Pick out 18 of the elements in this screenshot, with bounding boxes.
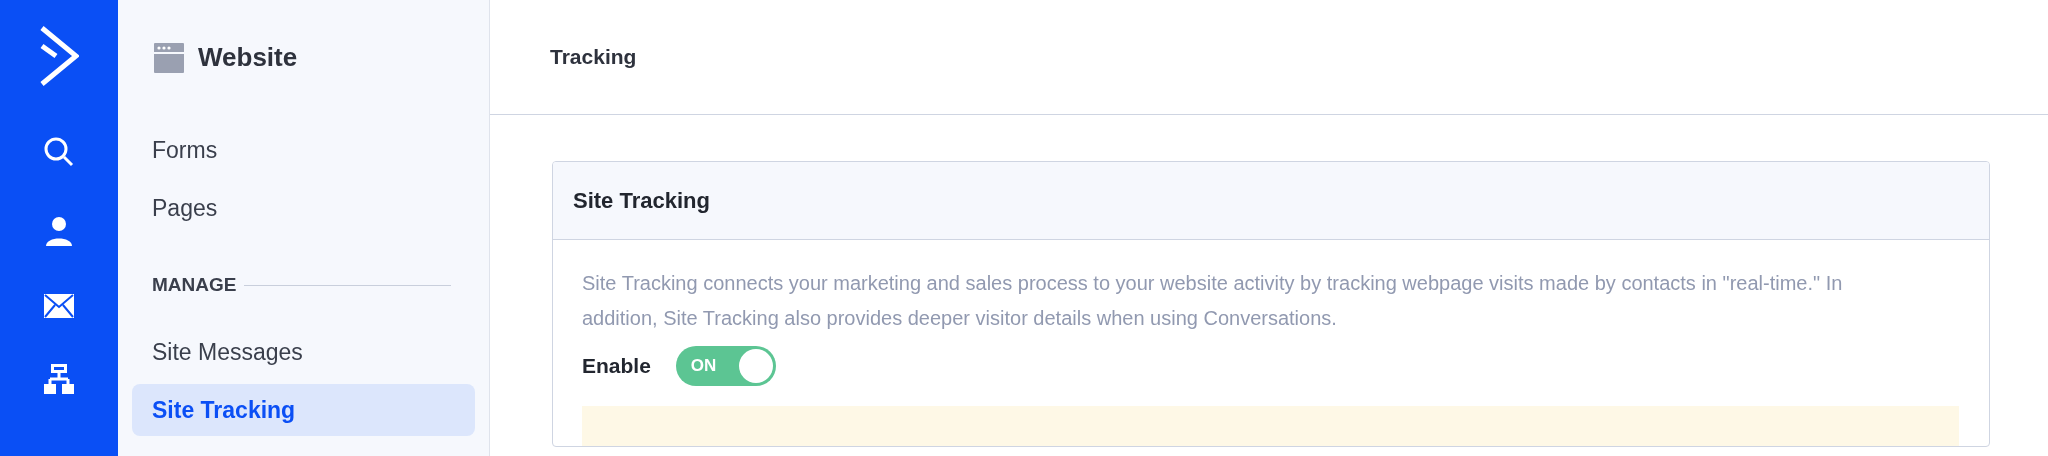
toggle-label: ON	[690, 355, 717, 378]
description: Site Tracking connects your marketing and sales process to your website activity by tracking webpage visits made by contacts in "real-time." In addition, Site Tracking also provides deeper visitor details when using Conversations.	[582, 271, 1844, 331]
section-heading: MANAGE	[152, 272, 237, 297]
sidebar-item[interactable]: Forms	[132, 124, 475, 176]
mail-icon[interactable]	[44, 294, 74, 318]
sidebar-title: Website	[198, 41, 298, 74]
search-icon[interactable]	[43, 136, 75, 168]
enable-label: Enable	[582, 353, 651, 380]
card-title: Site Tracking	[573, 187, 710, 215]
page-title: Tracking	[550, 44, 637, 71]
sidebar-item[interactable]: Pages	[132, 182, 475, 234]
browser-window-icon	[154, 42, 184, 73]
sidebar-item[interactable]: Site Messages	[132, 326, 475, 378]
toggle-thumb	[738, 349, 773, 383]
sitemap-icon[interactable]	[44, 364, 74, 394]
logo-icon[interactable]	[39, 26, 79, 86]
sidebar-item[interactable]: Site Tracking	[132, 384, 475, 436]
person-icon[interactable]	[45, 216, 73, 246]
